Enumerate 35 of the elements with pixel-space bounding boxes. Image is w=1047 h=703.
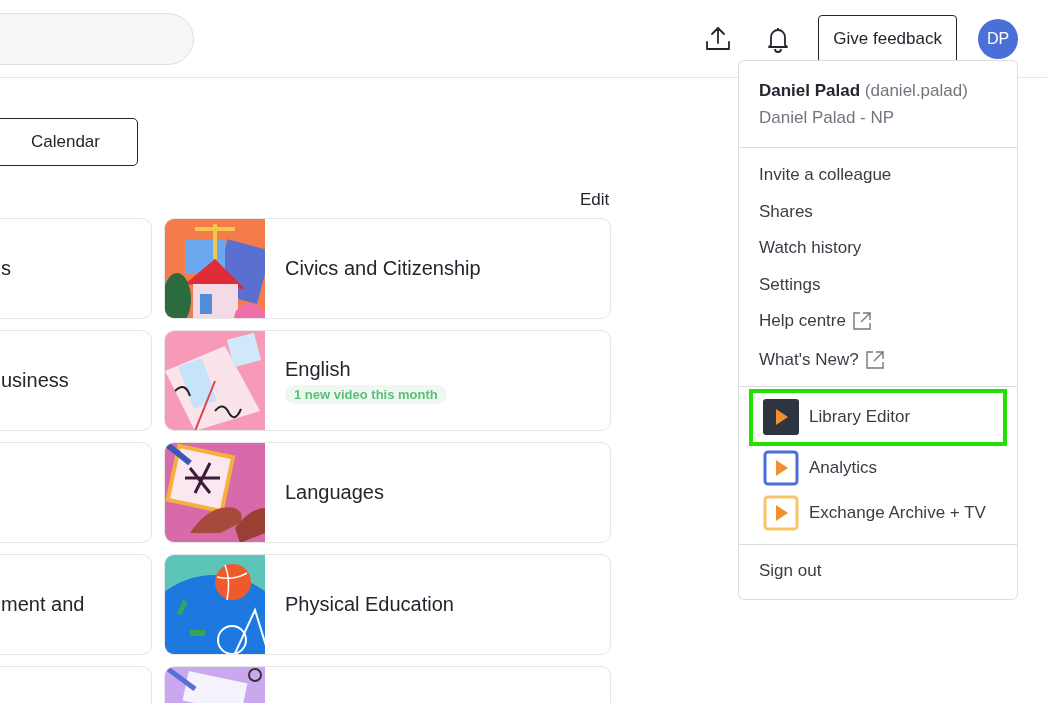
feedback-button[interactable]: Give feedback	[818, 14, 957, 63]
menu-link[interactable]: Shares	[759, 201, 813, 222]
external-link-icon	[864, 349, 885, 370]
menu-link[interactable]: Watch history	[759, 238, 862, 259]
subject-card[interactable]: ment and	[0, 554, 152, 655]
card-title: usiness	[1, 369, 69, 392]
app-menu-item[interactable]: Exchange Archive + TV	[749, 490, 1007, 536]
calendar-button[interactable]: Calendar	[0, 118, 138, 166]
upload-icon[interactable]	[704, 24, 733, 53]
card-title: English	[285, 357, 352, 381]
avatar[interactable]: DP	[978, 18, 1018, 59]
card-title: Civics and Citizenship	[285, 257, 481, 280]
card-title: ment and	[1, 593, 85, 616]
subject-card[interactable]: Languages	[164, 442, 611, 543]
user-name: Daniel Palad (daniel.palad)	[759, 80, 969, 102]
app-menu-item[interactable]: Analytics	[749, 445, 1007, 491]
new-video-badge: 1 new video this month	[285, 384, 447, 404]
subject-card[interactable]: s	[0, 218, 152, 319]
subject-card[interactable]: Physical Education	[164, 554, 611, 655]
subject-card[interactable]: Civics and Citizenship	[164, 218, 611, 319]
card-title: s	[1, 257, 11, 280]
menu-link[interactable]: Settings	[759, 274, 821, 295]
subject-card[interactable]	[0, 442, 152, 543]
menu-link[interactable]: Help centre	[759, 311, 846, 332]
sign-out-link[interactable]: Sign out	[739, 544, 1017, 599]
menu-link[interactable]: Invite a colleague	[759, 165, 892, 186]
menu-link[interactable]: What's New?	[759, 349, 859, 370]
card-title: Physical Education	[285, 593, 454, 616]
edit-link[interactable]: Edit	[580, 190, 610, 210]
card-title: Languages	[285, 481, 384, 504]
subject-card[interactable]: English 1 new video this month	[164, 330, 611, 431]
subject-card[interactable]: usiness	[0, 330, 152, 431]
organisation-name: Daniel Palad - NP	[759, 107, 896, 129]
external-link-icon	[851, 311, 872, 332]
app-menu-item[interactable]: Library Editor	[749, 388, 1007, 446]
